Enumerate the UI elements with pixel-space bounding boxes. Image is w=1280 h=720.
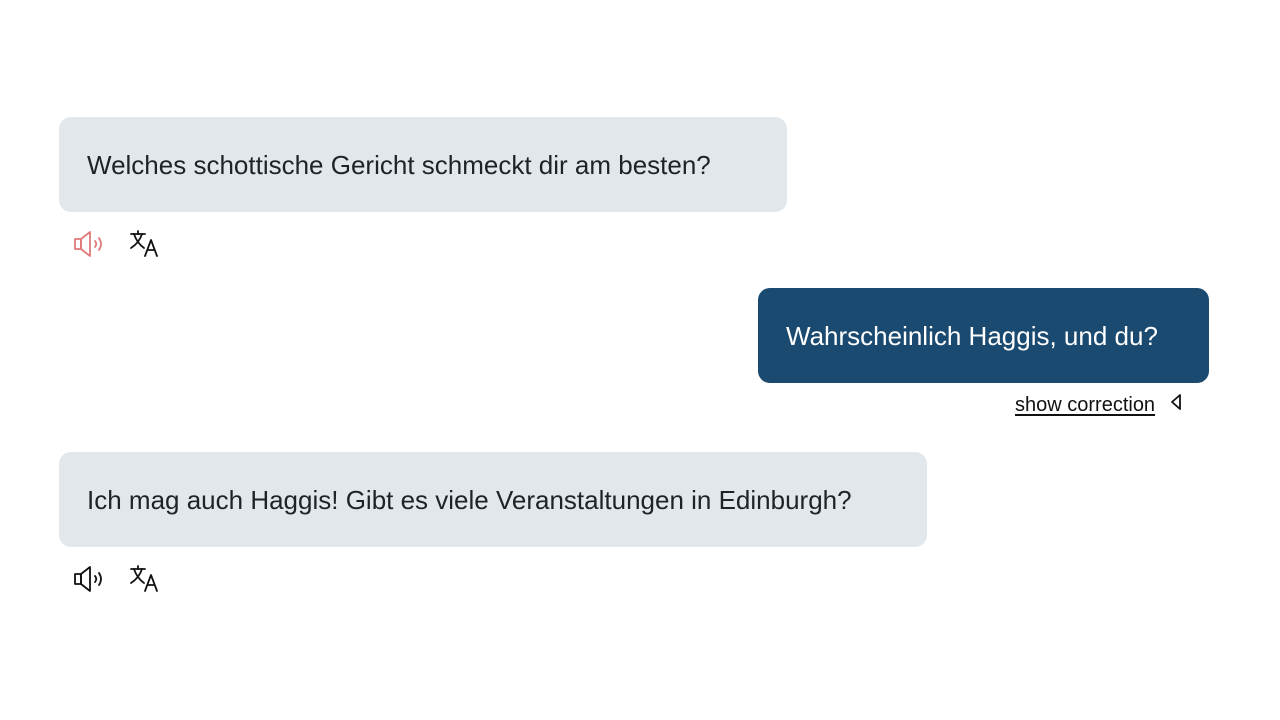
speaker-icon[interactable] xyxy=(72,562,106,596)
chat-thread: Welches schottische Gericht schmeckt dir… xyxy=(0,0,1280,720)
bot-message-bubble: Welches schottische Gericht schmeckt dir… xyxy=(59,117,787,212)
show-correction-toggle[interactable]: show correction xyxy=(1015,392,1183,418)
message-text: Welches schottische Gericht schmeckt dir… xyxy=(87,149,711,180)
message-actions xyxy=(72,562,162,596)
user-message-bubble: Wahrscheinlich Haggis, und du? xyxy=(758,288,1209,383)
translate-icon[interactable] xyxy=(128,562,162,596)
translate-icon[interactable] xyxy=(128,227,162,261)
message-text: Ich mag auch Haggis! Gibt es viele Veran… xyxy=(87,484,852,515)
message-text: Wahrscheinlich Haggis, und du? xyxy=(786,320,1158,351)
show-correction-label: show correction xyxy=(1015,393,1156,416)
speaker-icon[interactable] xyxy=(72,227,106,261)
bot-message-bubble: Ich mag auch Haggis! Gibt es viele Veran… xyxy=(59,452,927,547)
message-actions xyxy=(72,227,162,261)
caret-left-icon xyxy=(1169,392,1183,418)
